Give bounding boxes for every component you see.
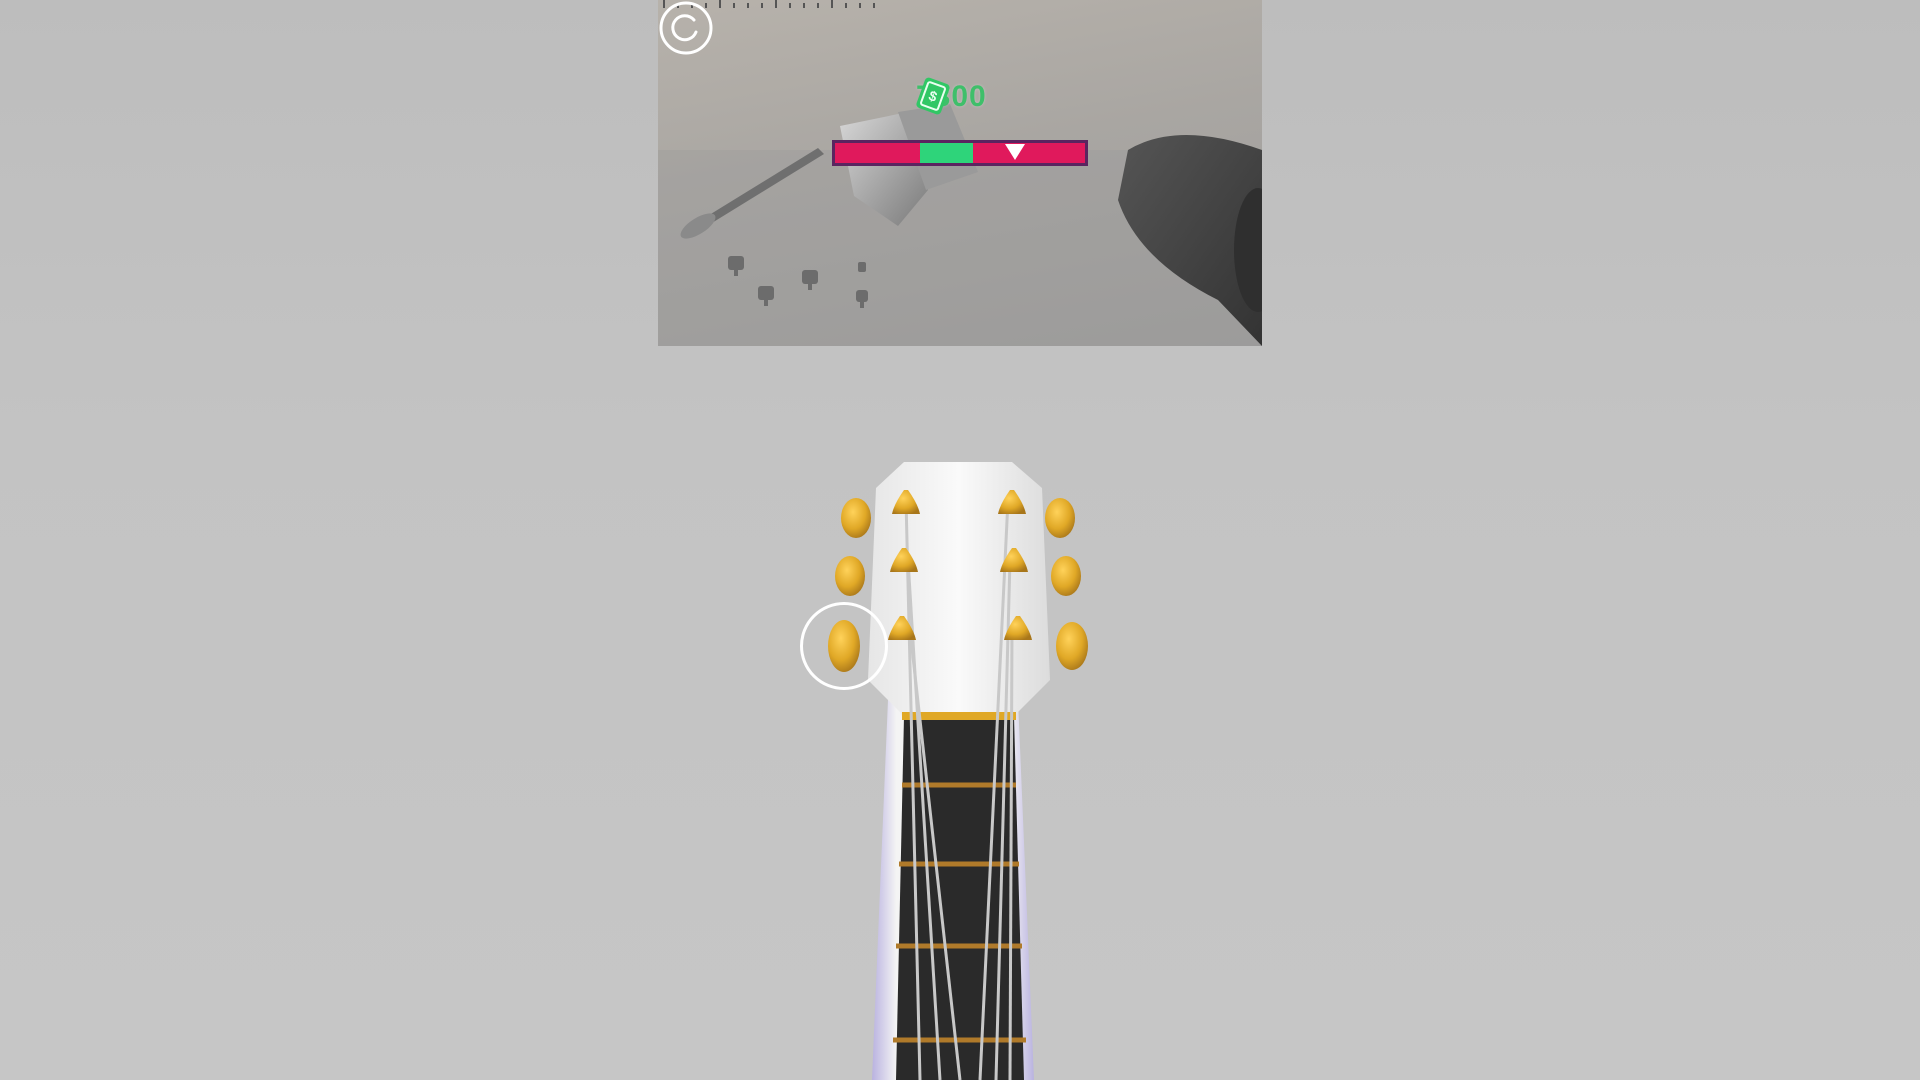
selected-peg-indicator[interactable] bbox=[800, 602, 888, 690]
tuning-peg-right-1[interactable] bbox=[1045, 498, 1075, 538]
tuning-peg-left-2[interactable] bbox=[835, 556, 865, 596]
tuning-peg-right-2[interactable] bbox=[1051, 556, 1081, 596]
tuning-peg-right-3[interactable] bbox=[1056, 622, 1088, 670]
tuning-peg-left-1[interactable] bbox=[841, 498, 871, 538]
guitar-model bbox=[828, 462, 1088, 1080]
guitar-headstock bbox=[868, 462, 1050, 720]
game-scene: 7300 $ bbox=[0, 0, 1920, 1080]
